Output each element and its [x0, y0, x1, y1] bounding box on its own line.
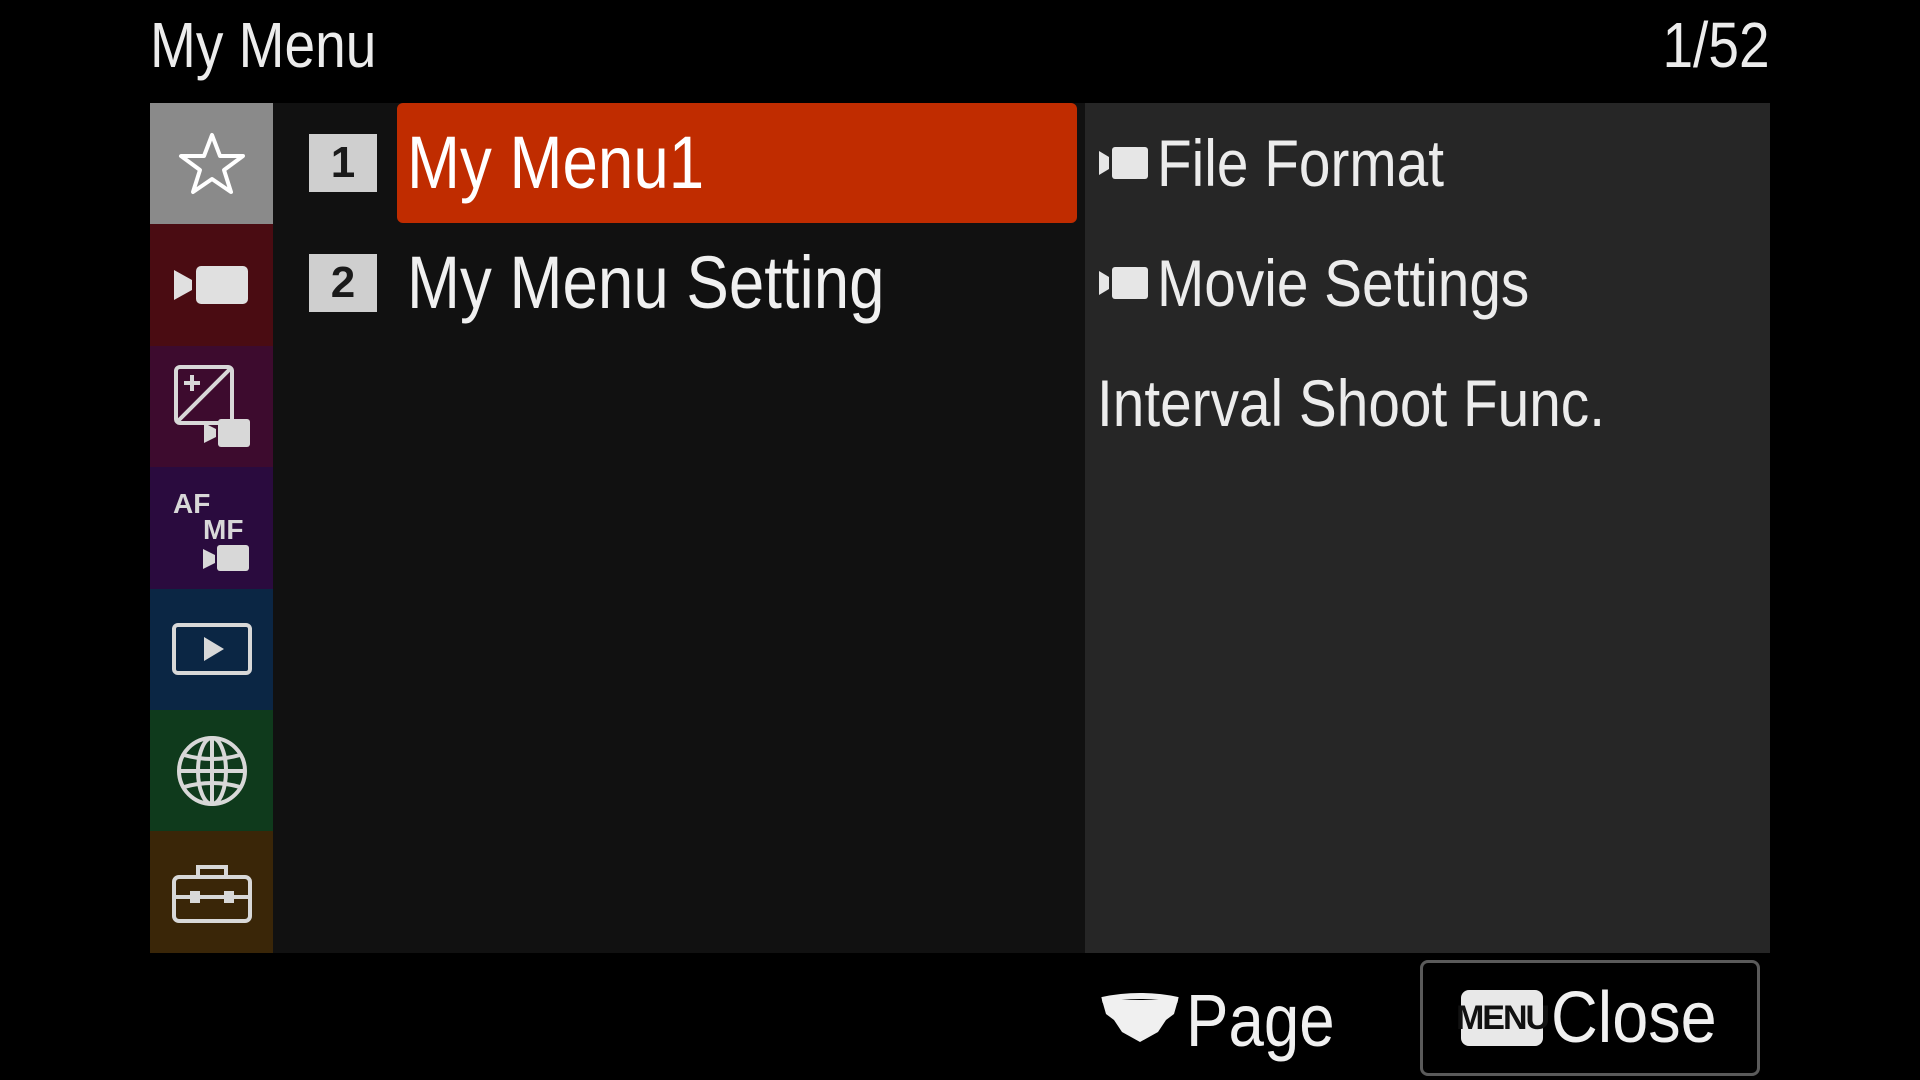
item-label[interactable]: My Menu Setting: [397, 223, 1077, 343]
globe-icon: [176, 735, 247, 806]
star-icon: [178, 132, 245, 194]
movie-camera-icon: [1099, 147, 1148, 179]
menu-preview: File Format Movie Settings Interval Shoo…: [1085, 103, 1770, 953]
preview-item: Interval Shoot Func.: [1097, 366, 1605, 440]
tab-exposure-color[interactable]: [150, 345, 273, 468]
page-indicator: 1/52: [1662, 9, 1770, 81]
close-button[interactable]: MENU Close: [1420, 960, 1760, 1076]
item-number: 2: [309, 254, 377, 312]
list-item[interactable]: 2 My Menu Setting: [273, 223, 1085, 343]
playback-icon: [171, 623, 252, 676]
tab-my-menu[interactable]: [150, 103, 273, 225]
item-number: 1: [309, 134, 377, 192]
toolbox-icon: [171, 865, 252, 924]
exposure-compensation-movie-icon: [173, 365, 250, 448]
tab-setup[interactable]: [150, 831, 273, 953]
movie-camera-icon: [1099, 267, 1148, 299]
camera-menu-screen: My Menu 1/52 AF MF 1 My Menu1 2 My Menu …: [0, 0, 1920, 1080]
category-tabs: AF MF: [150, 103, 273, 953]
preview-item: File Format: [1097, 103, 1491, 223]
svg-text:MF: MF: [203, 514, 243, 545]
menu-list: 1 My Menu1 2 My Menu Setting: [273, 103, 1085, 953]
item-label-selected[interactable]: My Menu1: [397, 103, 1077, 223]
tab-focus[interactable]: AF MF: [150, 467, 273, 589]
tab-playback[interactable]: [150, 588, 273, 710]
movie-camera-icon: [173, 266, 248, 305]
list-item[interactable]: 1 My Menu1: [273, 103, 1085, 223]
preview-item: Movie Settings: [1097, 223, 1590, 343]
control-wheel-icon: [1101, 993, 1179, 1042]
menu-title: My Menu: [150, 9, 377, 81]
af-mf-movie-icon: AF MF: [173, 488, 249, 571]
tab-shooting-movie[interactable]: [150, 224, 273, 346]
page-hint: Page: [1100, 965, 1359, 1075]
tab-network[interactable]: [150, 709, 273, 832]
menu-button-icon: MENU: [1456, 990, 1550, 1046]
